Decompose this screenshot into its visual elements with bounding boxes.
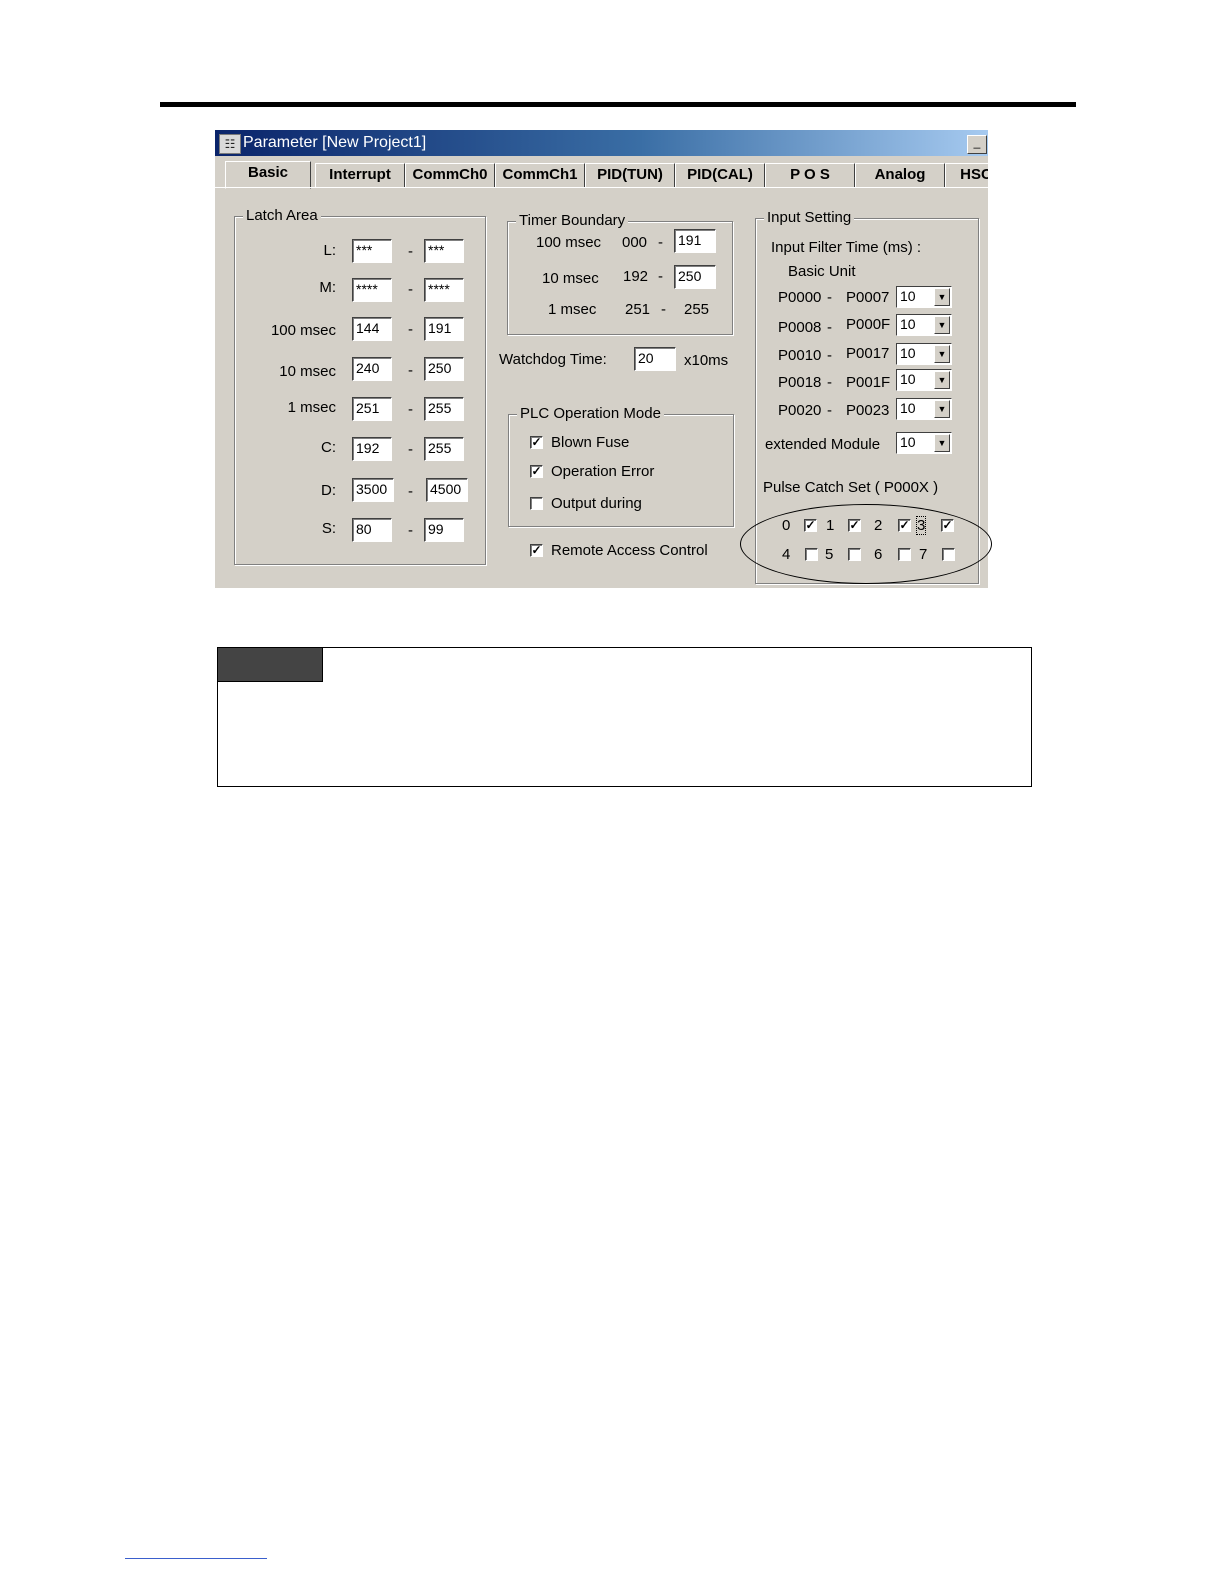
title-bar: ☷ Parameter [New Project1] _	[215, 130, 988, 156]
tab-commch0[interactable]: CommCh0	[405, 163, 495, 188]
footer-rule	[125, 1558, 267, 1559]
latch-area-group: Latch Area	[234, 207, 486, 565]
tab-interrupt[interactable]: Interrupt	[315, 163, 405, 188]
minimize-button[interactable]: _	[967, 135, 987, 154]
note-tag	[218, 648, 323, 682]
tab-pos[interactable]: P O S	[765, 163, 855, 188]
latch-area-title: Latch Area	[243, 207, 321, 224]
tab-analog[interactable]: Analog	[855, 163, 945, 188]
note-box	[217, 647, 1032, 787]
tab-divider	[215, 187, 988, 188]
tab-hsc[interactable]: HSC	[945, 163, 988, 188]
tab-pid-cal[interactable]: PID(CAL)	[675, 163, 765, 188]
highlight-oval	[740, 504, 992, 584]
tab-pid-tun[interactable]: PID(TUN)	[585, 163, 675, 188]
window-title: Parameter [New Project1]	[243, 134, 427, 151]
header-rule	[160, 102, 1076, 107]
tab-basic[interactable]: Basic	[225, 161, 311, 189]
app-icon: ☷	[219, 134, 241, 154]
tab-commch1[interactable]: CommCh1	[495, 163, 585, 188]
tab-strip: Basic Interrupt CommCh0 CommCh1 PID(TUN)…	[215, 161, 988, 189]
